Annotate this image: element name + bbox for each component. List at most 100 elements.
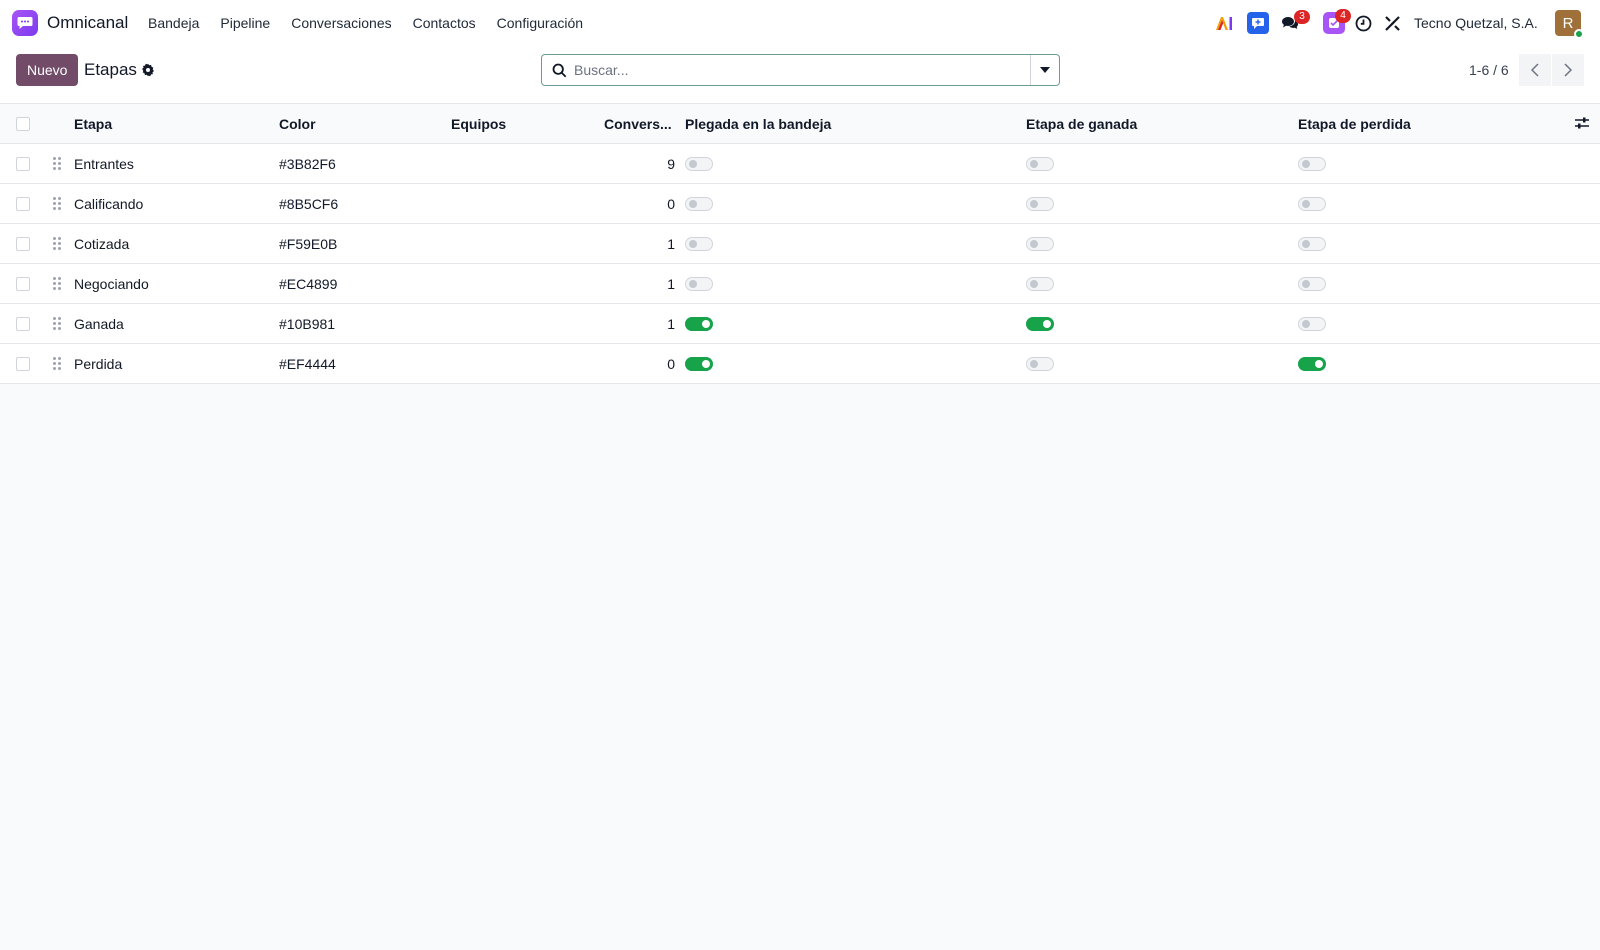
toggle-knob xyxy=(1030,280,1038,288)
cell-conversaciones: 1 xyxy=(667,316,675,332)
table-row[interactable]: Perdida #EF4444 0 xyxy=(0,344,1600,384)
pager-next-button[interactable] xyxy=(1552,54,1584,86)
main-menu: Bandeja Pipeline Conversaciones Contacto… xyxy=(148,15,604,31)
cell-conversaciones: 0 xyxy=(667,196,675,212)
search-input[interactable] xyxy=(574,56,1014,84)
toggle-knob xyxy=(1302,200,1310,208)
row-checkbox[interactable] xyxy=(16,237,30,251)
activity-badge: 4 xyxy=(1335,9,1351,23)
ganada-cell xyxy=(1026,224,1054,264)
online-status-icon xyxy=(1574,29,1584,39)
perdida-toggle[interactable] xyxy=(1298,357,1326,371)
row-checkbox[interactable] xyxy=(16,277,30,291)
row-checkbox[interactable] xyxy=(16,317,30,331)
toggle-knob xyxy=(689,160,697,168)
menu-item-bandeja[interactable]: Bandeja xyxy=(148,15,199,31)
perdida-toggle[interactable] xyxy=(1298,197,1326,211)
row-checkbox[interactable] xyxy=(16,157,30,171)
cell-etapa: Cotizada xyxy=(74,236,130,252)
new-button[interactable]: Nuevo xyxy=(16,54,79,86)
caret-down-icon xyxy=(1040,67,1050,73)
cell-conversaciones: 0 xyxy=(667,356,675,372)
plegada-toggle[interactable] xyxy=(685,317,713,331)
pager-value[interactable]: 1-6 / 6 xyxy=(1469,62,1509,78)
discuss-icon[interactable] xyxy=(1247,12,1269,34)
drag-handle-icon[interactable] xyxy=(53,224,61,264)
row-checkbox-cell xyxy=(16,264,30,304)
control-panel: Nuevo Etapas 1-6 / 6 xyxy=(0,46,1600,104)
ganada-toggle[interactable] xyxy=(1026,317,1054,331)
menu-item-pipeline[interactable]: Pipeline xyxy=(220,15,270,31)
drag-handle-icon[interactable] xyxy=(53,304,61,344)
row-checkbox-cell xyxy=(16,224,30,264)
select-all-checkbox-cell xyxy=(16,104,30,144)
row-checkbox[interactable] xyxy=(16,197,30,211)
plegada-toggle[interactable] xyxy=(685,357,713,371)
cell-color: #F59E0B xyxy=(279,236,338,252)
table-row[interactable]: Ganada #10B981 1 xyxy=(0,304,1600,344)
cell-conversaciones: 9 xyxy=(667,156,675,172)
drag-handle-icon[interactable] xyxy=(53,264,61,304)
pager-previous-button[interactable] xyxy=(1519,54,1551,86)
drag-handle-icon[interactable] xyxy=(53,184,61,224)
chevron-left-icon xyxy=(1531,63,1539,77)
chat-icon[interactable]: 3 xyxy=(1280,10,1310,33)
toggle-knob xyxy=(1030,200,1038,208)
plegada-toggle[interactable] xyxy=(685,197,713,211)
menu-item-conversaciones[interactable]: Conversaciones xyxy=(291,15,391,31)
user-avatar[interactable]: R xyxy=(1555,10,1584,39)
select-all-checkbox[interactable] xyxy=(16,117,30,131)
ai-logo-icon[interactable] xyxy=(1215,13,1235,33)
tools-icon[interactable] xyxy=(1382,13,1402,33)
menu-item-configuracion[interactable]: Configuración xyxy=(497,15,583,31)
ganada-toggle[interactable] xyxy=(1026,277,1054,291)
header-etapa[interactable]: Etapa xyxy=(74,104,112,144)
perdida-toggle[interactable] xyxy=(1298,157,1326,171)
drag-handle-icon[interactable] xyxy=(53,344,61,384)
header-perdida[interactable]: Etapa de perdida xyxy=(1298,104,1411,144)
cell-etapa: Perdida xyxy=(74,356,123,372)
plegada-toggle[interactable] xyxy=(685,157,713,171)
perdida-cell xyxy=(1298,344,1326,384)
cell-color: #EC4899 xyxy=(279,276,338,292)
plegada-cell xyxy=(685,304,713,344)
stages-table: Etapa Color Equipos Convers... Plegada e… xyxy=(0,104,1600,384)
table-row[interactable]: Calificando #8B5CF6 0 xyxy=(0,184,1600,224)
plegada-toggle[interactable] xyxy=(685,277,713,291)
app-logo-icon[interactable] xyxy=(12,10,38,36)
header-color[interactable]: Color xyxy=(279,104,316,144)
app-name[interactable]: Omnicanal xyxy=(47,13,128,33)
table-row[interactable]: Entrantes #3B82F6 9 xyxy=(0,144,1600,184)
clock-icon[interactable] xyxy=(1353,13,1373,33)
perdida-toggle[interactable] xyxy=(1298,277,1326,291)
ganada-toggle[interactable] xyxy=(1026,157,1054,171)
perdida-toggle[interactable] xyxy=(1298,317,1326,331)
company-switcher[interactable]: Tecno Quetzal, S.A. xyxy=(1414,15,1538,31)
plegada-cell xyxy=(685,144,713,184)
optional-columns-icon[interactable] xyxy=(1574,116,1590,133)
drag-handle-icon[interactable] xyxy=(53,144,61,184)
table-body: Entrantes #3B82F6 9 Calificando #8B5CF6 … xyxy=(0,144,1600,384)
ganada-cell xyxy=(1026,264,1054,304)
gear-icon[interactable] xyxy=(141,63,155,80)
row-checkbox[interactable] xyxy=(16,357,30,371)
header-equipos[interactable]: Equipos xyxy=(451,104,506,144)
ganada-toggle[interactable] xyxy=(1026,357,1054,371)
cell-color: #8B5CF6 xyxy=(279,196,339,212)
plegada-toggle[interactable] xyxy=(685,237,713,251)
search-options-toggle[interactable] xyxy=(1030,55,1059,85)
perdida-cell xyxy=(1298,144,1326,184)
toggle-knob xyxy=(1302,280,1310,288)
cell-etapa: Ganada xyxy=(74,316,124,332)
plegada-cell xyxy=(685,224,713,264)
activity-icon[interactable]: 4 xyxy=(1323,9,1351,34)
header-ganada[interactable]: Etapa de ganada xyxy=(1026,104,1137,144)
menu-item-contactos[interactable]: Contactos xyxy=(413,15,476,31)
ganada-toggle[interactable] xyxy=(1026,237,1054,251)
table-row[interactable]: Cotizada #F59E0B 1 xyxy=(0,224,1600,264)
ganada-toggle[interactable] xyxy=(1026,197,1054,211)
perdida-toggle[interactable] xyxy=(1298,237,1326,251)
table-row[interactable]: Negociando #EC4899 1 xyxy=(0,264,1600,304)
header-conversaciones[interactable]: Convers... xyxy=(604,104,672,144)
header-plegada[interactable]: Plegada en la bandeja xyxy=(685,104,831,144)
